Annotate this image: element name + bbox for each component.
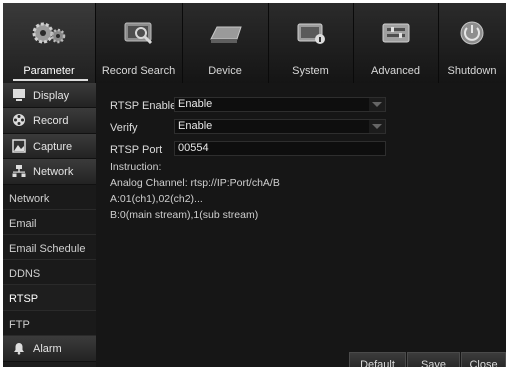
nav-label: Advanced <box>371 65 420 77</box>
sidebar-item-label: Email <box>9 218 37 230</box>
nav-system[interactable]: System <box>268 3 354 83</box>
nav-label: System <box>292 65 329 77</box>
instruction-title: Instruction: <box>110 161 162 173</box>
record-search-icon <box>124 22 152 45</box>
chevron-down-icon[interactable] <box>369 120 385 133</box>
sidebar-group-record[interactable]: Record <box>3 108 96 134</box>
sidebar-item-email[interactable]: Email <box>3 210 96 235</box>
sidebar-item-ddns[interactable]: DDNS <box>3 260 96 285</box>
sidebar-item-email-schedule[interactable]: Email Schedule <box>3 235 96 260</box>
verify-select[interactable]: Enable <box>174 119 386 134</box>
close-button[interactable]: Close <box>461 352 506 367</box>
sidebar-item-rtsp[interactable]: RTSP <box>3 285 96 311</box>
rtsp-port-value: 00554 <box>178 142 209 154</box>
instruction-line: Analog Channel: rtsp://IP:Port/chA/B <box>110 177 280 189</box>
rtsp-settings-panel: RTSP Enable Enable Verify Enable RTSP Po… <box>96 83 506 367</box>
sidebar: Display Record Capture Network Network E… <box>3 83 96 367</box>
active-tab-underline <box>13 79 88 81</box>
verify-value: Enable <box>178 120 213 132</box>
network-icon <box>12 165 26 177</box>
sidebar-group-label: Network <box>33 166 74 178</box>
rtsp-enable-label: RTSP Enable <box>110 100 177 112</box>
hdd-icon <box>210 26 242 43</box>
chevron-down-icon[interactable] <box>369 98 385 111</box>
save-button[interactable]: Save <box>407 352 460 367</box>
gears-icon <box>32 22 66 44</box>
monitor-icon <box>13 89 25 101</box>
nav-shutdown[interactable]: Shutdown <box>438 3 506 83</box>
nav-label: Parameter <box>23 65 75 77</box>
nav-label: Shutdown <box>447 65 497 77</box>
sidebar-item-ftp[interactable]: FTP <box>3 311 96 336</box>
instruction-line: A:01(ch1),02(ch2)... <box>110 193 203 205</box>
nav-record-search[interactable]: Record Search <box>95 3 183 83</box>
dvr-settings-window: Parameter Record Search Device System Ad… <box>3 3 506 367</box>
rtsp-port-label: RTSP Port <box>110 144 163 156</box>
sidebar-group-label: Alarm <box>33 343 62 355</box>
verify-label: Verify <box>110 122 138 134</box>
sidebar-item-label: FTP <box>9 319 30 331</box>
film-reel-icon <box>13 114 25 126</box>
rtsp-port-input[interactable]: 00554 <box>174 141 386 156</box>
sidebar-group-capture[interactable]: Capture <box>3 134 96 159</box>
nav-label: Record Search <box>101 65 176 77</box>
sidebar-item-label: Email Schedule <box>9 243 86 255</box>
capture-icon <box>12 139 26 153</box>
sidebar-group-alarm[interactable]: Alarm <box>3 336 96 362</box>
nav-device[interactable]: Device <box>182 3 269 83</box>
sidebar-item-network[interactable]: Network <box>3 185 96 210</box>
sidebar-item-label: RTSP <box>9 293 39 305</box>
power-icon <box>460 21 484 45</box>
sidebar-group-display[interactable]: Display <box>3 83 96 108</box>
nav-label: Device <box>208 65 242 77</box>
nav-parameter[interactable]: Parameter <box>3 3 96 83</box>
nav-advanced[interactable]: Advanced <box>353 3 439 83</box>
default-button[interactable]: Default <box>349 352 406 367</box>
sidebar-group-network[interactable]: Network <box>3 159 96 185</box>
alarm-bell-icon <box>14 343 24 355</box>
sidebar-group-label: Record <box>33 115 69 127</box>
sidebar-group-label: Capture <box>33 141 73 153</box>
instruction-line: B:0(main stream),1(sub stream) <box>110 209 259 221</box>
top-navigation: Parameter Record Search Device System Ad… <box>3 3 506 83</box>
sidebar-group-label: Display <box>33 90 70 102</box>
sidebar-item-label: Network <box>9 193 50 205</box>
rtsp-enable-select[interactable]: Enable <box>174 97 386 112</box>
advanced-icon <box>382 23 409 43</box>
sidebar-item-label: DDNS <box>9 268 41 280</box>
system-info-icon <box>297 23 325 44</box>
rtsp-enable-value: Enable <box>178 98 213 110</box>
